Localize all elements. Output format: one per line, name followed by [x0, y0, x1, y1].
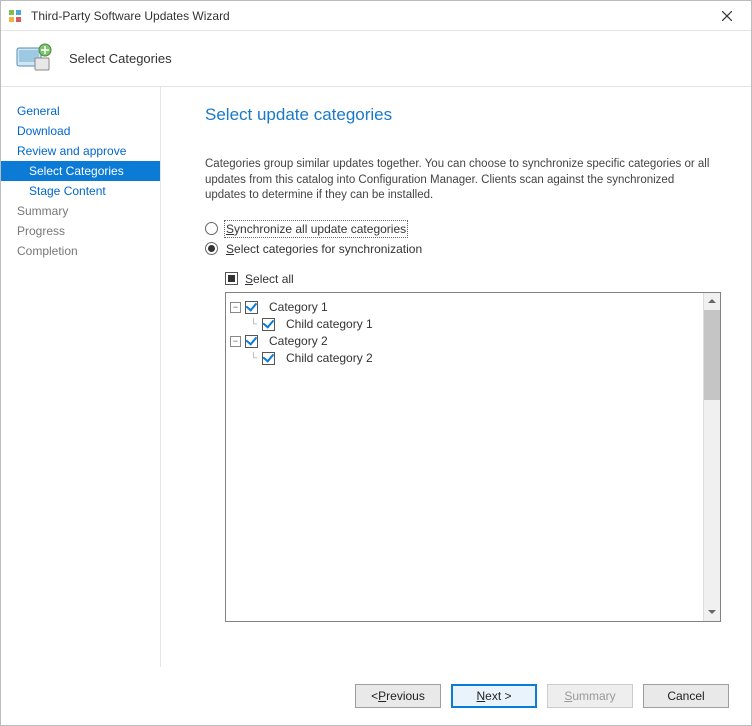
checkbox-icon[interactable] [262, 318, 275, 331]
wizard-sidebar: General Download Review and approve Sele… [1, 87, 161, 667]
page-description: Categories group similar updates togethe… [205, 157, 721, 204]
tree-item-child-1[interactable]: └ Child category 1 [230, 316, 716, 333]
next-button[interactable]: Next > [451, 684, 537, 708]
tree-connector-icon: └ [246, 353, 262, 364]
category-tree: − Category 1 └ Child category 1 − Catego… [225, 292, 721, 622]
scroll-down-icon[interactable] [704, 604, 720, 621]
nav-completion[interactable]: Completion [1, 241, 160, 261]
window-title: Third-Party Software Updates Wizard [31, 9, 709, 23]
select-all-label: Select all [245, 272, 294, 286]
wizard-body: General Download Review and approve Sele… [1, 87, 751, 667]
app-icon [7, 8, 23, 24]
wizard-icon [13, 38, 55, 80]
previous-button[interactable]: < Previous [355, 684, 441, 708]
wizard-window: Third-Party Software Updates Wizard Sele… [0, 0, 752, 726]
tree-item-category-1[interactable]: − Category 1 [230, 299, 716, 316]
nav-progress[interactable]: Progress [1, 221, 160, 241]
titlebar: Third-Party Software Updates Wizard [1, 1, 751, 31]
nav-download[interactable]: Download [1, 121, 160, 141]
scroll-track[interactable] [704, 400, 720, 604]
tree-item-category-2[interactable]: − Category 2 [230, 333, 716, 350]
close-button[interactable] [709, 4, 745, 28]
wizard-footer: < Previous Next > Summary Cancel [1, 667, 751, 725]
scroll-thumb[interactable] [704, 310, 720, 400]
close-icon [722, 11, 732, 21]
nav-review-approve[interactable]: Review and approve [1, 141, 160, 161]
wizard-header: Select Categories [1, 31, 751, 87]
checkbox-icon[interactable] [245, 301, 258, 314]
checkbox-icon[interactable] [262, 352, 275, 365]
radio-icon [205, 222, 218, 235]
collapse-icon[interactable]: − [230, 302, 241, 313]
checkbox-icon [225, 272, 238, 285]
nav-select-categories[interactable]: Select Categories [1, 161, 160, 181]
tree-item-child-2[interactable]: └ Child category 2 [230, 350, 716, 367]
radio-select-categories[interactable]: Select categories for synchronization [205, 242, 721, 256]
scroll-up-icon[interactable] [704, 293, 720, 310]
tree-connector-icon: └ [246, 319, 262, 330]
select-all-checkbox[interactable]: Select all [225, 272, 721, 286]
collapse-icon[interactable]: − [230, 336, 241, 347]
nav-summary[interactable]: Summary [1, 201, 160, 221]
tree-scrollbar[interactable] [703, 293, 720, 621]
radio-icon [205, 242, 218, 255]
wizard-header-title: Select Categories [69, 51, 172, 66]
page-title: Select update categories [205, 105, 721, 125]
wizard-main: Select update categories Categories grou… [161, 87, 751, 667]
nav-general[interactable]: General [1, 101, 160, 121]
summary-button: Summary [547, 684, 633, 708]
radio-select-categories-label: Select categories for synchronization [226, 242, 422, 256]
radio-sync-all-label: Synchronize all update categories [226, 222, 406, 236]
cancel-button[interactable]: Cancel [643, 684, 729, 708]
nav-stage-content[interactable]: Stage Content [1, 181, 160, 201]
checkbox-icon[interactable] [245, 335, 258, 348]
radio-sync-all[interactable]: Synchronize all update categories [205, 222, 721, 236]
